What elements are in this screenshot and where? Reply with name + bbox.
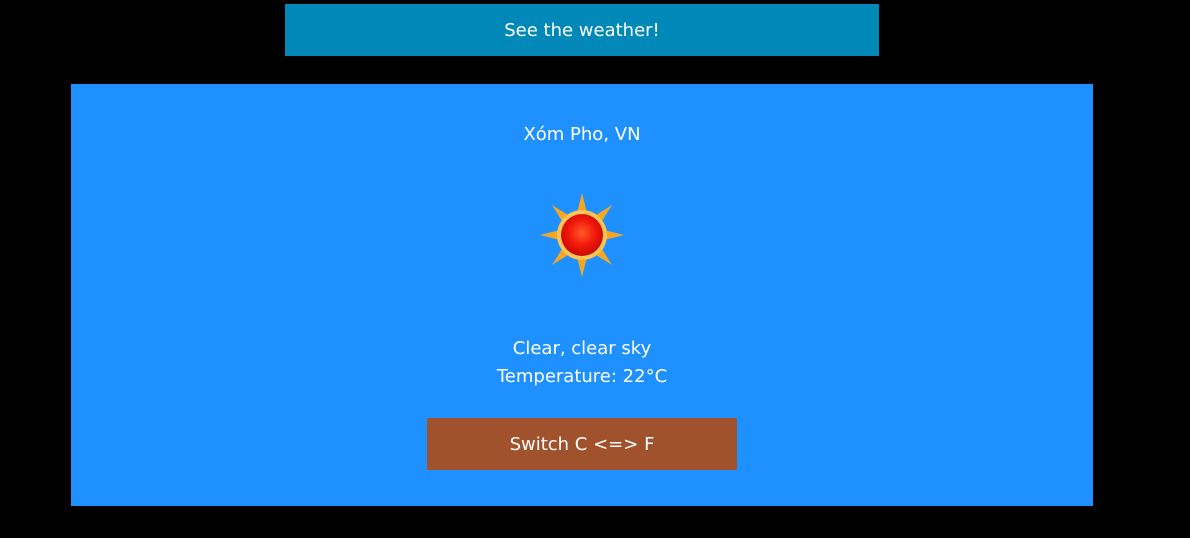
location-label: Xóm Pho, VN <box>523 124 641 145</box>
switch-unit-button[interactable]: Switch C <=> F <box>427 418 737 470</box>
temperature-label: Temperature: 22°C <box>496 366 668 387</box>
see-weather-button[interactable]: See the weather! <box>285 4 879 56</box>
weather-card: Xóm Pho, VN Clear, clear sky Temperature… <box>71 84 1093 506</box>
page: See the weather! Xóm Pho, VN Clear, clea… <box>0 0 1190 538</box>
sun-icon <box>538 191 626 279</box>
weather-description: Clear, clear sky <box>512 338 652 359</box>
